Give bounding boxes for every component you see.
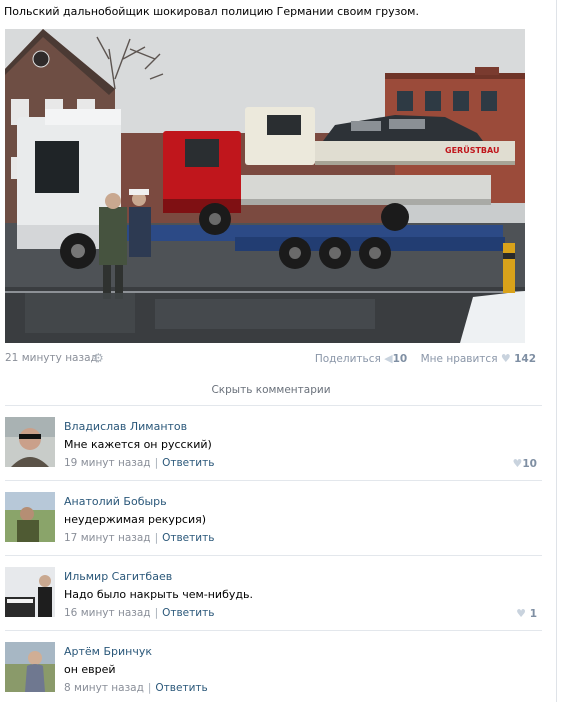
comment-author[interactable]: Владислав Лимантов bbox=[64, 420, 187, 433]
share-count: 10 bbox=[392, 353, 408, 365]
comment-like-button[interactable]: ♥10 bbox=[513, 457, 538, 470]
comment-author[interactable]: Артём Бринчук bbox=[64, 645, 152, 658]
comment-text: Надо было накрыть чем-нибудь. bbox=[64, 588, 253, 601]
divider bbox=[5, 555, 542, 556]
separator: | bbox=[147, 682, 152, 694]
heart-icon: ♥ bbox=[512, 457, 523, 470]
comment-time[interactable]: 19 минут назад bbox=[64, 457, 151, 469]
comment: Ильмир Сагитбаев Надо было накрыть чем-н… bbox=[5, 567, 542, 627]
comment-author[interactable]: Ильмир Сагитбаев bbox=[64, 570, 172, 583]
post-meta: 21 минуту назад ⚙ Поделиться ◀10 Мне нра… bbox=[5, 351, 536, 366]
like-button[interactable]: Мне нравится ♥ 142 bbox=[420, 352, 536, 365]
comment-time[interactable]: 16 минут назад bbox=[64, 607, 151, 619]
separator: | bbox=[154, 607, 159, 619]
reply-link[interactable]: Ответить bbox=[162, 457, 214, 469]
separator: | bbox=[154, 532, 159, 544]
heart-icon: ♥ bbox=[516, 607, 527, 620]
comment: Анатолий Бобырь неудержимая рекурсия) 17… bbox=[5, 492, 542, 552]
avatar-image bbox=[5, 642, 55, 692]
comment-like-count: 1 bbox=[529, 608, 537, 620]
separator: | bbox=[154, 457, 159, 469]
gear-icon[interactable]: ⚙ bbox=[93, 351, 104, 365]
divider bbox=[5, 630, 542, 631]
avatar-image bbox=[5, 492, 55, 542]
comment-author[interactable]: Анатолий Бобырь bbox=[64, 495, 167, 508]
avatar[interactable] bbox=[5, 417, 55, 467]
heart-icon: ♥ bbox=[500, 352, 511, 365]
truck-photo-illustration: GERÜSTBAU bbox=[5, 29, 525, 343]
comment-time[interactable]: 8 минут назад bbox=[64, 682, 144, 694]
page-right-border bbox=[556, 0, 557, 702]
reply-link[interactable]: Ответить bbox=[162, 607, 214, 619]
reply-link[interactable]: Ответить bbox=[162, 532, 214, 544]
comment-text: неудержимая рекурсия) bbox=[64, 513, 207, 526]
like-label: Мне нравится bbox=[420, 353, 498, 365]
post-text: Польский дальнобойщик шокировал полицию … bbox=[4, 5, 419, 18]
divider bbox=[5, 480, 542, 481]
hide-comments-link[interactable]: Скрыть комментарии bbox=[0, 384, 542, 396]
truck-sign-text: GERÜSTBAU bbox=[445, 145, 499, 155]
comment-like-count: 10 bbox=[522, 458, 537, 470]
post-time[interactable]: 21 минуту назад bbox=[5, 352, 98, 364]
comment-like-button[interactable]: ♥ 1 bbox=[516, 607, 537, 620]
share-label: Поделиться bbox=[314, 353, 381, 365]
avatar[interactable] bbox=[5, 492, 55, 542]
comment-time[interactable]: 17 минут назад bbox=[64, 532, 151, 544]
avatar-image bbox=[5, 417, 55, 467]
avatar[interactable] bbox=[5, 567, 55, 617]
comment-text: он еврей bbox=[64, 663, 116, 676]
divider bbox=[5, 405, 542, 406]
like-count: 142 bbox=[514, 353, 536, 365]
comment: Артём Бринчук он еврей 8 минут назад | Отв… bbox=[5, 642, 542, 702]
avatar-image bbox=[5, 567, 55, 617]
reply-link[interactable]: Ответить bbox=[155, 682, 207, 694]
share-button[interactable]: Поделиться ◀10 bbox=[314, 352, 408, 365]
post-photo[interactable]: GERÜSTBAU bbox=[5, 29, 525, 343]
comment: Владислав Лимантов Мне кажется он русски… bbox=[5, 417, 542, 477]
avatar[interactable] bbox=[5, 642, 55, 692]
comment-text: Мне кажется он русский) bbox=[64, 438, 212, 451]
megaphone-icon: ◀ bbox=[384, 352, 393, 365]
